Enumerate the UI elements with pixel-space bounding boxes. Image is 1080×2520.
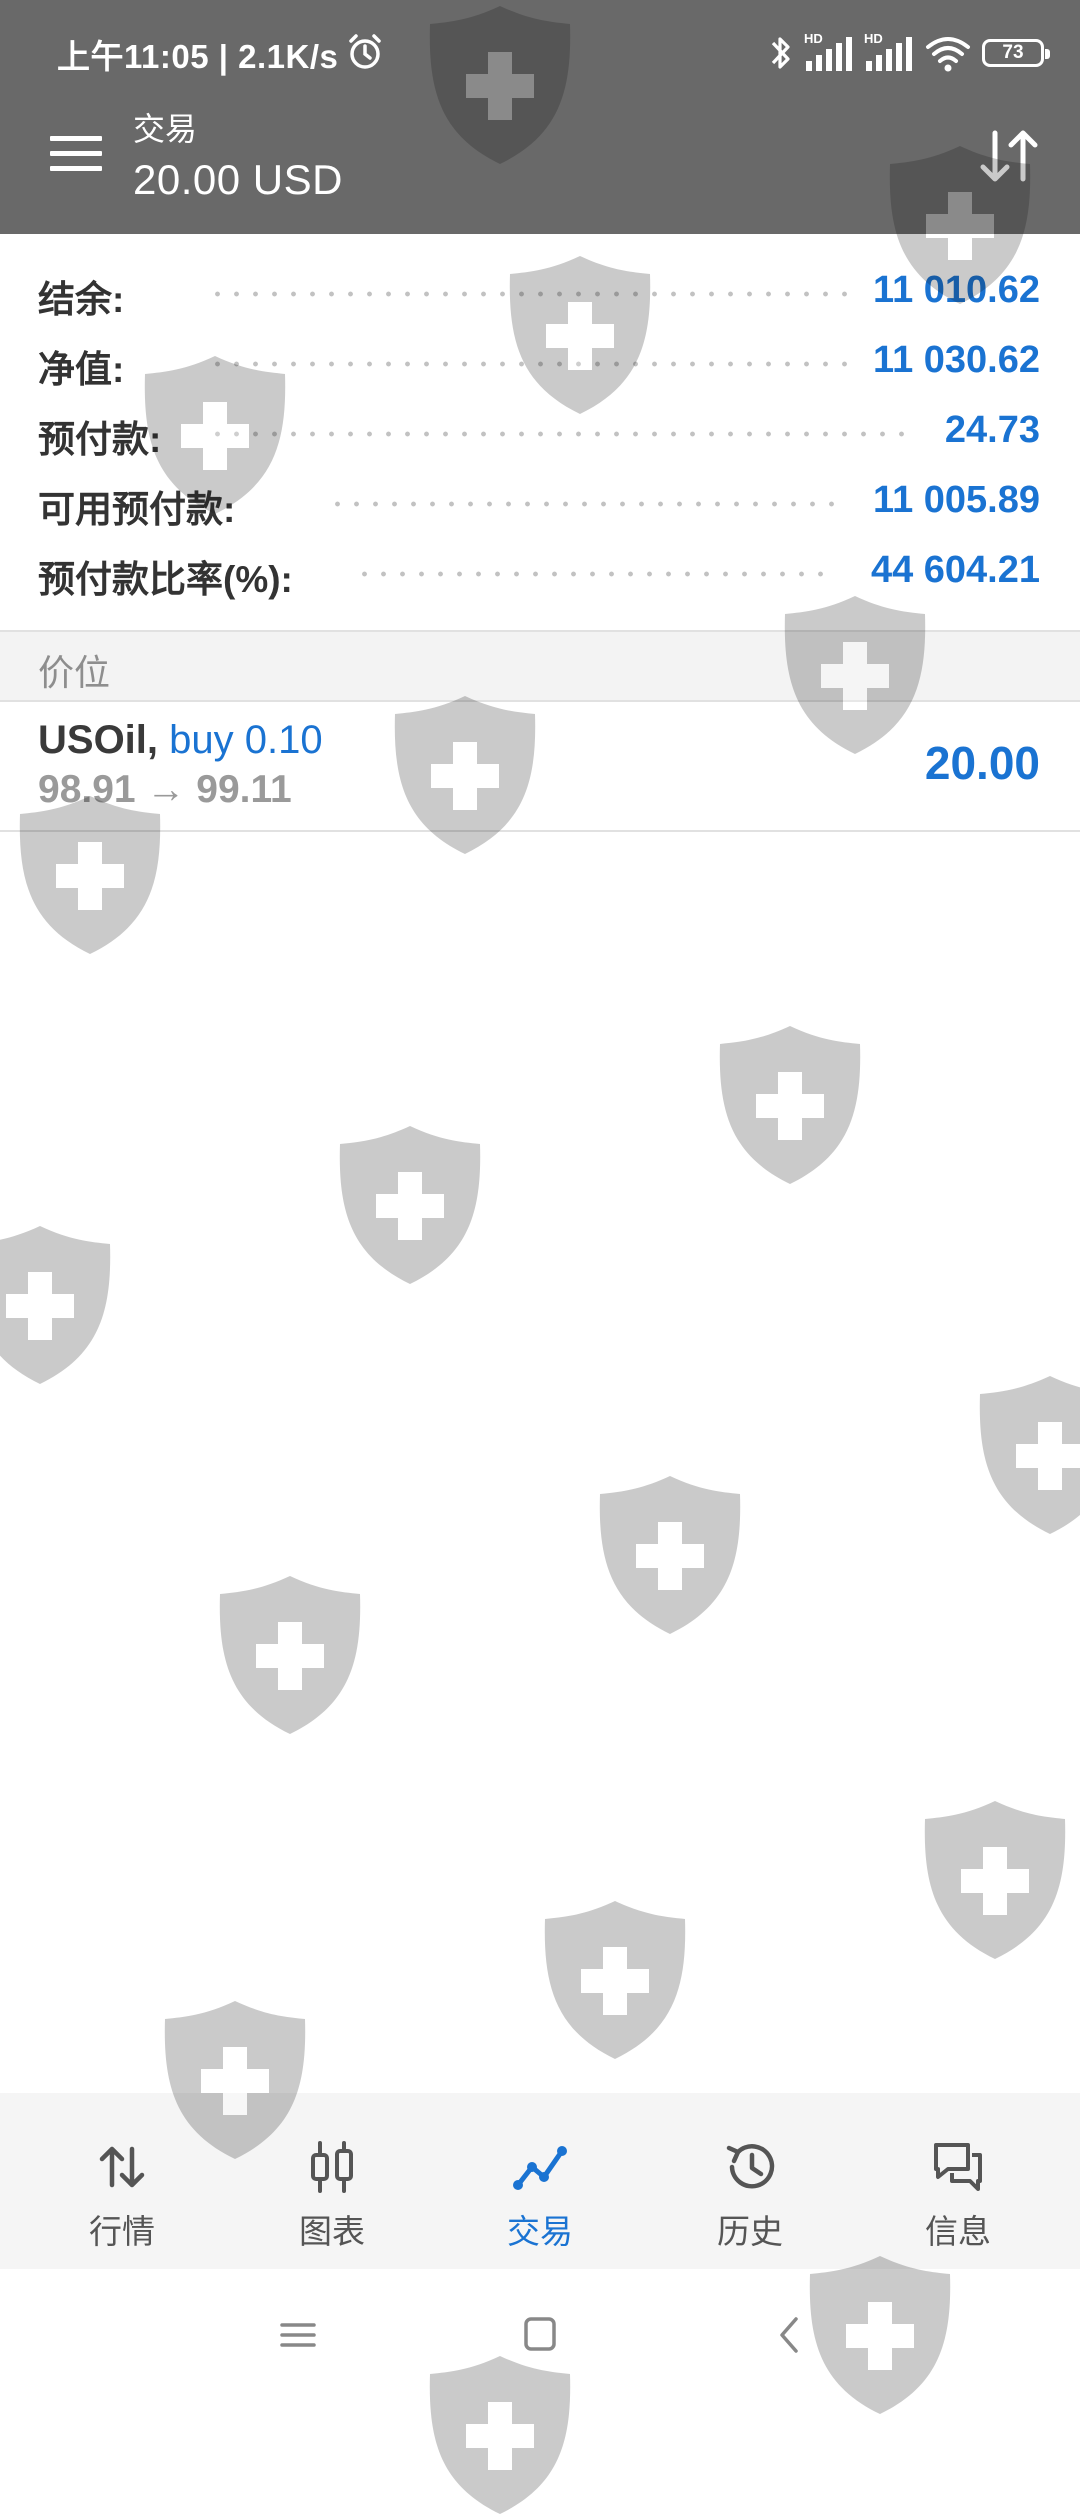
summary-row-equity: 净值: 11 030.62 — [0, 331, 1080, 391]
cell-signal-icon — [866, 37, 912, 71]
position-profit: 20.00 — [924, 737, 1040, 789]
candlestick-icon — [311, 2141, 353, 2193]
tab-label: 交易 — [507, 2213, 573, 2250]
shield-watermark-icon — [0, 1226, 111, 1384]
summary-value: 11 005.89 — [873, 479, 1040, 521]
tab-label: 图表 — [299, 2213, 365, 2250]
back-icon[interactable] — [760, 2307, 820, 2363]
tab-history[interactable]: 历史 — [660, 2093, 840, 2269]
summary-row-free-margin: 可用预付款: 11 005.89 — [0, 471, 1080, 531]
section-title: 价位 — [38, 652, 111, 693]
position-row[interactable]: USOil, buy 0.10 98.91 → 99.11 20.00 — [0, 700, 1080, 832]
shield-watermark-icon — [544, 1901, 686, 2059]
summary-label: 可用预付款: — [38, 489, 236, 530]
status-bar: 上午11:05 | 2.1K/s HD HD 73 — [0, 0, 1080, 105]
leader-dots — [355, 571, 830, 577]
sort-icon[interactable] — [975, 125, 1043, 187]
summary-label: 净值: — [38, 349, 125, 390]
menu-icon[interactable] — [50, 136, 102, 176]
position-side: buy 0.10 — [169, 718, 323, 762]
position-prices: 98.91 → 99.11 — [38, 768, 292, 811]
leader-dots — [208, 431, 918, 437]
recents-icon[interactable] — [268, 2307, 328, 2363]
signal-2: HD — [864, 31, 914, 75]
summary-row-balance: 结余: 11 010.62 — [0, 261, 1080, 321]
home-icon[interactable] — [510, 2307, 570, 2363]
battery-icon: 73 — [982, 39, 1050, 67]
shield-watermark-icon — [219, 1576, 361, 1734]
tab-quotes[interactable]: 行情 — [32, 2093, 212, 2269]
summary-label: 预付款比率(%): — [38, 559, 293, 600]
header-subtitle: 交易 — [133, 111, 198, 147]
summary-row-margin-level: 预付款比率(%): 44 604.21 — [0, 541, 1080, 601]
tab-messages[interactable]: 信息 — [868, 2093, 1048, 2269]
shield-watermark-icon — [924, 1801, 1066, 1959]
tab-charts[interactable]: 图表 — [242, 2093, 422, 2269]
shield-watermark-icon — [339, 1126, 481, 1284]
summary-value: 11 030.62 — [873, 339, 1040, 381]
summary-label: 预付款: — [38, 419, 162, 460]
summary-value: 44 604.21 — [870, 549, 1040, 591]
summary-value: 24.73 — [944, 409, 1040, 451]
leader-dots — [208, 291, 848, 297]
positions-section-header: 价位 — [0, 630, 1080, 702]
bluetooth-icon — [771, 37, 790, 69]
cell-signal-icon — [806, 37, 852, 71]
system-nav-bar — [0, 2269, 1080, 2400]
arrows-updown-icon — [99, 2146, 145, 2188]
app-header: 上午11:05 | 2.1K/s HD HD 73 交易 20.00 USD — [0, 0, 1080, 234]
tab-trade[interactable]: 交易 — [450, 2093, 630, 2269]
trade-line-icon — [513, 2146, 567, 2190]
wifi-icon — [926, 37, 970, 72]
tab-label: 行情 — [89, 2213, 155, 2250]
position-symbol: USOil, — [38, 718, 159, 762]
leader-dots — [208, 361, 848, 367]
shield-watermark-icon — [719, 1026, 861, 1184]
page-title: 20.00 USD — [133, 156, 343, 203]
tab-label: 历史 — [717, 2213, 783, 2250]
shield-watermark-icon — [979, 1376, 1080, 1534]
summary-row-margin: 预付款: 24.73 — [0, 401, 1080, 461]
battery-level: 73 — [1002, 42, 1024, 63]
alarm-icon — [349, 34, 381, 69]
status-time-speed: 上午11:05 | 2.1K/s — [57, 38, 339, 75]
tab-label: 信息 — [925, 2213, 991, 2250]
signal-1: HD — [804, 31, 854, 75]
chat-icon — [934, 2143, 982, 2191]
position-symbol-line: USOil, buy 0.10 — [38, 718, 323, 763]
leader-dots — [328, 501, 848, 507]
bottom-nav: 行情 图表 交易 历史 信息 — [0, 2093, 1080, 2269]
history-icon — [726, 2144, 775, 2189]
summary-label: 结余: — [38, 279, 125, 320]
status-icons: HD HD 73 — [768, 28, 1050, 78]
shield-watermark-icon — [599, 1476, 741, 1634]
summary-value: 11 010.62 — [873, 269, 1040, 311]
